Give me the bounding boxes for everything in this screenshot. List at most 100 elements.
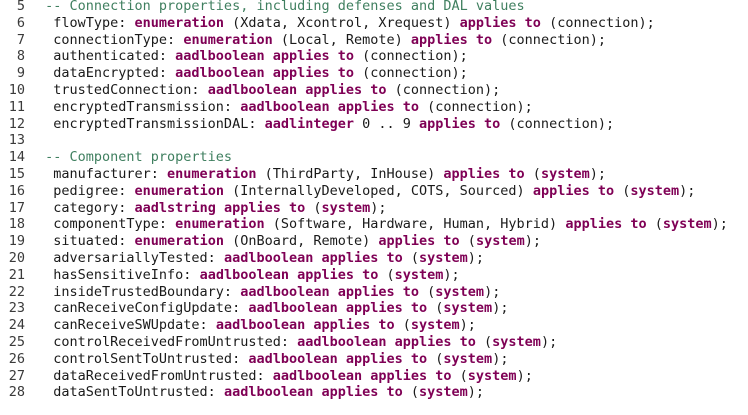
text-token: ( (475, 334, 493, 350)
line-number: 7 (16, 31, 25, 48)
text-token: ); (492, 300, 509, 317)
code-line[interactable]: 24 canReceiveSWUpdate: aadlboolean appli… (0, 317, 476, 334)
text-token: (connection); (540, 14, 655, 31)
text-token: ); (492, 350, 509, 367)
code-text: -- Component properties (37, 149, 232, 165)
code-line[interactable]: 5 -- Connection properties, including de… (0, 0, 525, 15)
text-token: ( (402, 250, 420, 266)
keyword-token: enumeration (134, 182, 224, 199)
keyword-token: aadlboolean applies to (240, 98, 420, 115)
keyword-token: enumeration (167, 166, 257, 182)
text-token: dataSentToUntrusted: (37, 384, 224, 401)
line-number: 28 (8, 384, 25, 401)
keyword-token: system (435, 283, 485, 300)
text-token: dataEncrypted: (37, 65, 176, 82)
keyword-token: enumeration (134, 14, 224, 31)
text-token: ( (305, 199, 322, 216)
code-line[interactable]: 25 controlReceivedFromUntrusted: aadlboo… (0, 334, 557, 351)
keyword-token: aadlboolean applies to (175, 48, 354, 65)
text-token: (connection); (492, 31, 606, 48)
code-line[interactable]: 7 connectionType: enumeration (Local, Re… (0, 32, 606, 49)
code-line[interactable]: 8 authenticated: aadlboolean applies to … (0, 48, 468, 65)
text-token: connectionType: (37, 31, 184, 48)
text-token: dataReceivedFromUntrusted: (37, 367, 273, 384)
text-token: insideTrustedBoundary: (37, 283, 241, 300)
code-line[interactable]: 26 controlSentToUntrusted: aadlboolean a… (0, 350, 509, 368)
keyword-token: system (443, 350, 493, 367)
text-token: hasSensitiveInfo: (37, 266, 200, 283)
text-token: adversariallyTested: (37, 250, 224, 266)
code-text: authenticated: aadlboolean applies to (c… (37, 48, 468, 64)
code-line[interactable]: 14 -- Component properties (0, 149, 232, 166)
code-text: encryptedTransmissionDAL: aadlinteger 0 … (37, 116, 614, 132)
text-token: ); (540, 334, 558, 350)
text-token: category: (37, 199, 135, 216)
line-number: 25 (8, 334, 25, 350)
code-line[interactable]: 19 situated: enumeration (OnBoard, Remot… (0, 233, 541, 250)
code-line[interactable]: 28 dataSentToUntrusted: aadlboolean appl… (0, 384, 484, 401)
line-number: 10 (8, 82, 25, 98)
code-line[interactable]: 13 (0, 132, 37, 149)
text-token: ); (589, 166, 606, 182)
code-line[interactable]: 22 insideTrustedBoundary: aadlboolean ap… (0, 283, 501, 301)
keyword-token: aadlboolean applies to (240, 283, 420, 300)
code-line[interactable]: 6 flowType: enumeration (Xdata, Xcontrol… (0, 15, 655, 32)
code-line[interactable]: 11 encryptedTransmission: aadlboolean ap… (0, 99, 533, 116)
line-number: 17 (8, 199, 25, 216)
text-token: ( (394, 317, 411, 334)
keyword-token: aadlboolean applies to (223, 250, 403, 266)
code-line[interactable]: 16 pedigree: enumeration (InternallyDeve… (0, 182, 696, 200)
line-number: 16 (8, 182, 25, 199)
code-line[interactable]: 18 componentType: enumeration (Software,… (0, 216, 728, 233)
text-token: trustedConnection: (37, 82, 208, 98)
text-token: ); (459, 317, 476, 334)
keyword-token: aadlboolean applies to (248, 300, 428, 317)
keyword-token: aadlboolean applies to (215, 317, 395, 334)
line-number: 24 (8, 317, 25, 334)
code-line[interactable]: 9 dataEncrypted: aadlboolean applies to … (0, 65, 468, 82)
text-token: (connection); (386, 82, 501, 98)
comment-token: -- Connection properties, including defe… (37, 0, 525, 14)
keyword-token: system (475, 233, 525, 250)
line-number: 6 (16, 14, 25, 31)
code-text: dataEncrypted: aadlboolean applies to (c… (37, 65, 468, 81)
text-token: ); (467, 250, 485, 266)
text-token: situated: (37, 233, 135, 250)
code-line[interactable]: 15 manufacturer: enumeration (ThirdParty… (0, 166, 606, 183)
text-token: authenticated: (37, 48, 176, 65)
line-number: 5 (16, 0, 25, 14)
code-line[interactable]: 20 adversariallyTested: aadlboolean appl… (0, 250, 484, 267)
text-token: encryptedTransmission: (37, 98, 241, 115)
text-token: ); (443, 266, 460, 283)
text-token: 0 .. 9 (353, 115, 420, 132)
code-text: canReceiveSWUpdate: aadlboolean applies … (37, 317, 476, 333)
keyword-token: enumeration (183, 31, 273, 48)
code-line[interactable]: 27 dataReceivedFromUntrusted: aadlboolea… (0, 368, 533, 385)
keyword-token: system (467, 367, 517, 384)
keyword-token: applies to (378, 233, 460, 250)
keyword-token: system (394, 266, 444, 283)
keyword-token: applies to (419, 115, 501, 132)
code-line[interactable]: 23 canReceiveConfigUpdate: aadlboolean a… (0, 300, 509, 317)
line-number: 18 (8, 216, 25, 233)
code-text: category: aadlstring applies to (system)… (37, 199, 386, 216)
keyword-token: system (443, 300, 493, 317)
code-line[interactable]: 12 encryptedTransmissionDAL: aadlinteger… (0, 116, 614, 133)
code-text: adversariallyTested: aadlboolean applies… (37, 250, 484, 266)
text-token: ); (516, 367, 533, 384)
code-line[interactable]: 21 hasSensitiveInfo: aadlboolean applies… (0, 267, 460, 284)
code-text: situated: enumeration (OnBoard, Remote) … (37, 233, 541, 249)
code-line[interactable]: 10 trustedConnection: aadlboolean applie… (0, 82, 501, 99)
code-line[interactable]: 17 category: aadlstring applies to (syst… (0, 200, 387, 217)
keyword-token: aadlboolean applies to (175, 65, 354, 82)
text-token: ( (427, 300, 444, 317)
keyword-token: system (540, 166, 590, 182)
text-token: controlReceivedFromUntrusted: (37, 334, 298, 350)
code-editor[interactable]: 5 -- Connection properties, including de… (0, 0, 748, 415)
comment-token: -- Component properties (37, 149, 233, 166)
text-token: (connection); (353, 65, 468, 82)
code-text: hasSensitiveInfo: aadlboolean applies to… (37, 266, 460, 283)
text-token: (OnBoard, Remote) (223, 233, 379, 250)
text-token: ( (459, 233, 476, 250)
keyword-token: system (630, 182, 680, 199)
